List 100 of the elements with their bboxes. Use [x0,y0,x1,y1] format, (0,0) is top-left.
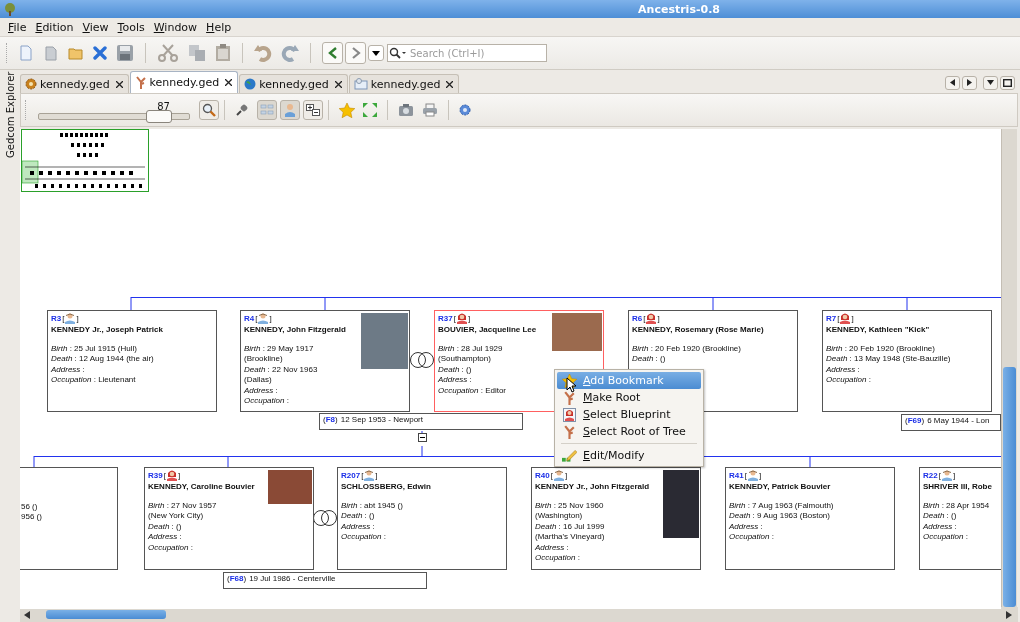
menu-item[interactable]: Help [206,20,232,34]
scissors-icon[interactable] [157,44,179,62]
family-label[interactable]: (F8) 12 Sep 1953 - Newport [319,413,523,430]
pencil-icon [562,448,577,463]
menu-item[interactable]: Edition [35,20,74,34]
scrollbar-thumb[interactable] [46,610,166,619]
event-line: Birth : 7 Aug 1963 (Falmouth) [729,501,834,512]
document-tab[interactable]: kennedy.ged [239,74,348,93]
tree-overview-drawing[interactable] [21,129,149,192]
event-line: Occupation : [148,542,193,554]
person-card[interactable]: R207[ ] SCHLOSSBERG, Edwin Birth : abt 1945 () Death : () Address : Occupation : [337,467,507,570]
plus-minus-icon [306,104,320,116]
bracket-text: [ [837,314,840,323]
person-id[interactable]: R4 [244,314,255,323]
scroll-left-button[interactable] [945,75,960,90]
menu-item[interactable]: Tools [117,20,145,34]
document-tab[interactable]: kennedy.ged [20,74,129,93]
bracket-text: [ [744,471,747,480]
person-id[interactable]: R6 [632,314,643,323]
person-card[interactable]: R39[ ] KENNEDY, Caroline Bouvier Birth : 27 Nov 1957 (New York City) Death : () Address : Occupation : [144,467,314,570]
tree-branch-icon [562,424,577,439]
scroll-right-button[interactable] [962,75,977,90]
clipboard-icon[interactable] [215,44,231,62]
folder-icon[interactable] [68,46,84,60]
person-card[interactable]: R22[ ] SHRIVER III, Robe Birth : 28 Apr 1954 Death : () Address : Occupation : [919,467,1001,570]
dropdown-button[interactable] [983,75,998,90]
scrollbar-thumb[interactable] [1003,367,1016,607]
zoom-slider[interactable] [37,112,190,120]
person-card[interactable]: R41[ ] KENNEDY, Patrick Bouvier Birth : 7 Aug 1963 (Falmouth) Death : 9 Aug 1963 (Boston) Address : Occupation : [725,467,895,570]
event-line: Death : () [341,511,375,522]
event-line: Birth : 25 Jul 1915 (Hull) [51,344,137,355]
gear-icon[interactable] [459,104,471,116]
redo-icon[interactable] [281,44,299,62]
menu-item[interactable]: View [82,20,109,34]
person-id[interactable]: R3 [51,314,62,323]
back-button[interactable] [322,42,343,64]
person-id[interactable]: R41 [729,471,744,480]
close-icon[interactable] [225,79,233,86]
person-id[interactable]: R37 [438,314,453,323]
event-line: Death : () [148,521,182,533]
person-name: KENNEDY, Kathleen "Kick" [826,324,931,335]
family-label[interactable]: (F69) 6 May 1944 - Lon [901,414,1001,431]
event-line: Address : [826,364,860,376]
wedding-rings-icon [409,351,435,369]
tree-branch-icon [134,76,147,89]
tree-logo-icon [3,2,17,16]
person-id[interactable]: R39 [148,471,163,480]
bracket-text: ) [921,416,925,425]
collapse-icon[interactable] [418,433,427,442]
person-card[interactable]: 56 () 956 () [20,467,118,570]
event-line: (Martha's Vineyard) [535,532,605,543]
dropdown-button[interactable] [368,45,384,61]
search-field[interactable]: Search (Ctrl+I) [387,44,547,62]
close-icon[interactable] [115,80,123,88]
vertical-scrollbar[interactable] [1001,129,1017,607]
document-tab[interactable]: kennedy.ged [348,74,460,93]
person-id[interactable]: R22 [923,471,938,480]
close-icon[interactable] [446,80,454,88]
person-id[interactable]: R40 [535,471,550,480]
scroll-left-icon[interactable] [24,610,30,619]
bracket-text: ] [269,314,272,323]
menu-item[interactable]: Window [153,20,198,34]
person-id[interactable]: R7 [826,314,837,323]
undo-icon[interactable] [254,44,272,62]
search-icon[interactable] [389,47,407,59]
pin-icon[interactable] [235,103,249,117]
maximize-button[interactable] [1000,75,1015,90]
event-line: Death : 22 Nov 1963 [244,364,318,376]
person-card[interactable]: R7[ ] KENNEDY, Kathleen "Kick" Birth : 20 Feb 1920 (Brookline) Death : 13 May 1948 (Ste-Bauzille) Address : Occupation : [822,310,992,412]
side-panel-tab[interactable]: Gedcom Explorer [0,72,20,172]
zoom-button[interactable] [199,100,219,120]
event-line: Death : () [632,354,666,365]
bracket-text: ( [905,416,908,425]
event-line: Occupation : Editor [438,385,507,397]
bracket-text: ] [177,471,181,480]
menu-item[interactable]: Select Root of Tree [557,423,701,440]
expand-collapse-button[interactable] [303,100,323,120]
menu-item[interactable]: File [8,20,27,34]
arrows-icon[interactable] [363,103,377,117]
menu-item[interactable]: Edit/Modify [557,447,701,464]
family-label[interactable]: (F68) 19 Jul 1986 - Centerville [223,572,427,589]
event-line: Address : [729,521,763,533]
save-icon[interactable] [116,44,134,62]
printer-icon[interactable] [422,103,438,117]
person-card[interactable]: R40[ ] KENNEDY Jr., John Fitzgerald Birth : 25 Nov 1960 (Washington) Death : 16 Jul 1999 (Martha's Vineyard) Address : Occupation : [531,467,701,570]
bracket-text: ) [335,415,338,424]
marriage-event: 19 Jul 1986 - Centerville [249,574,336,583]
camera-icon[interactable] [398,103,414,117]
caret-icon [987,80,994,85]
document-tab[interactable]: kennedy.ged [129,71,239,93]
scroll-right-icon[interactable] [1006,610,1012,619]
grid-icon [260,104,274,116]
event-line: Address : [51,364,85,376]
person-id[interactable]: R207 [341,471,361,480]
star-icon[interactable] [339,102,355,118]
slider-thumb[interactable] [145,109,172,123]
person-card[interactable]: R3[ ] KENNEDY Jr., Joseph Patrick Birth : 25 Jul 1915 (Hull) Death : 12 Aug 1944 (the air) Address : Occupation : Lieutenant [47,310,217,412]
close-icon[interactable] [334,80,342,88]
person-card[interactable]: R4[ ] KENNEDY, John Fitzgerald Birth : 29 May 1917 (Brookline) Death : 22 Nov 1963 (Dallas) Address : Occupation : [240,310,410,412]
magnifier-icon [202,103,216,117]
